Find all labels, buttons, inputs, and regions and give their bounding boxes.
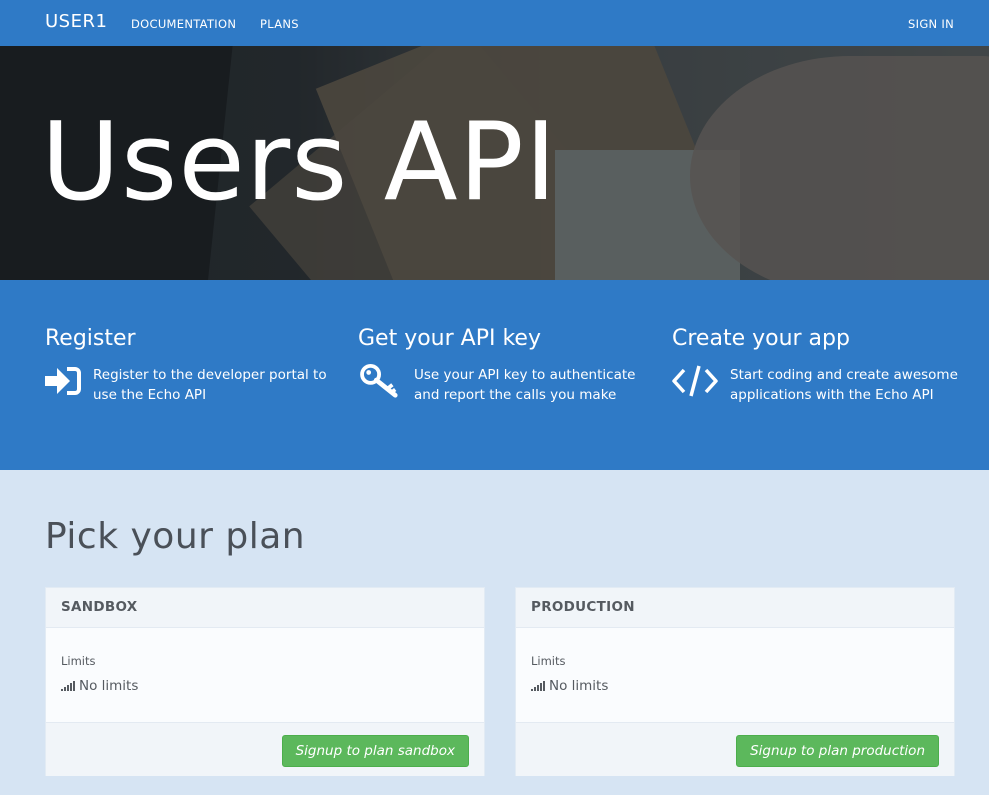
code-icon: [672, 365, 718, 397]
step-create-app: Create your app Start coding and create …: [672, 326, 967, 405]
nav-documentation-link[interactable]: DOCUMENTATION: [131, 17, 236, 31]
plan-name: PRODUCTION: [516, 588, 954, 628]
sign-in-link[interactable]: SIGN IN: [908, 17, 954, 31]
step-description: Register to the developer portal to use …: [93, 367, 327, 403]
limit-row: No limits: [61, 678, 469, 694]
hero-banner: Users API: [0, 46, 989, 280]
step-description: Start coding and create awesome applicat…: [730, 367, 958, 403]
limit-value: No limits: [79, 678, 139, 694]
step-description: Use your API key to authenticate and rep…: [414, 367, 636, 403]
limits-label: Limits: [61, 654, 96, 668]
getting-started-steps: Register Register to the developer porta…: [0, 280, 989, 470]
step-api-key: Get your API key Use your API key to aut…: [358, 326, 653, 405]
key-icon: [360, 363, 398, 398]
limits-label: Limits: [531, 654, 566, 668]
signal-bars-icon: [531, 681, 545, 691]
step-register: Register Register to the developer porta…: [45, 326, 340, 405]
plans-section: Pick your plan SANDBOX Limits No limits …: [0, 470, 989, 795]
hero-title: Users API: [41, 100, 558, 225]
plan-card-sandbox: SANDBOX Limits No limits Signup to plan …: [45, 587, 485, 776]
nav-plans-link[interactable]: PLANS: [260, 17, 299, 31]
plans-title: Pick your plan: [45, 516, 306, 557]
limit-value: No limits: [549, 678, 609, 694]
plan-card-production: PRODUCTION Limits No limits Signup to pl…: [515, 587, 955, 776]
signup-sandbox-button[interactable]: Signup to plan sandbox: [281, 735, 469, 767]
step-title: Get your API key: [358, 326, 541, 351]
top-navbar: USER1 DOCUMENTATION PLANS SIGN IN: [0, 0, 989, 46]
signup-production-button[interactable]: Signup to plan production: [736, 735, 939, 767]
signal-bars-icon: [61, 681, 75, 691]
step-title: Create your app: [672, 326, 850, 351]
sign-in-icon: [45, 367, 81, 395]
brand-link[interactable]: USER1: [45, 11, 107, 32]
plan-name: SANDBOX: [46, 588, 484, 628]
step-title: Register: [45, 326, 136, 351]
limit-row: No limits: [531, 678, 939, 694]
